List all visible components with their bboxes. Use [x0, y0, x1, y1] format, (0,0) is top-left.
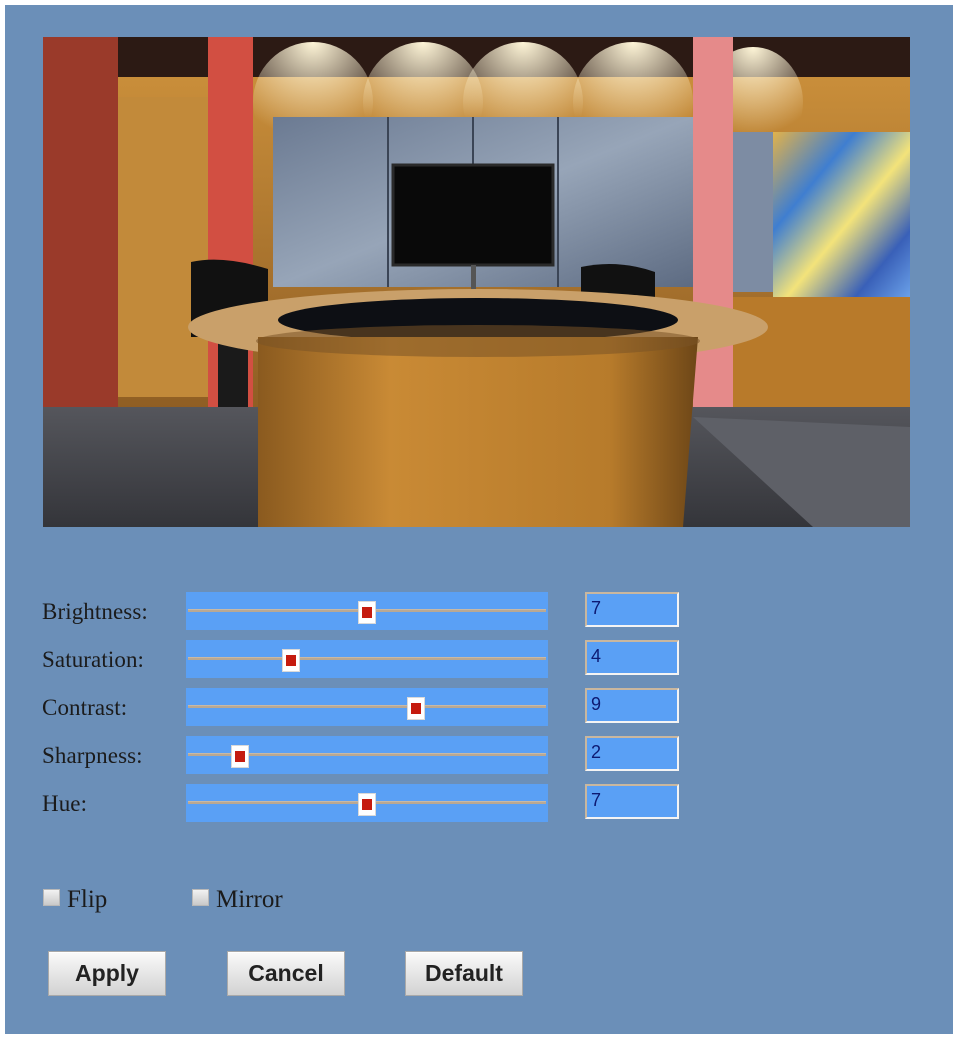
hue-slider-thumb[interactable]	[358, 793, 376, 816]
brightness-value-field[interactable]: 7	[585, 592, 679, 627]
flip-label: Flip	[67, 886, 108, 913]
sharpness-row: Sharpness: 2	[5, 736, 953, 776]
brightness-slider-thumb[interactable]	[358, 601, 376, 624]
sharpness-value-field[interactable]: 2	[585, 736, 679, 771]
contrast-slider-thumb[interactable]	[406, 697, 425, 720]
sharpness-slider-thumb[interactable]	[231, 745, 250, 768]
brightness-label: Brightness:	[42, 599, 148, 624]
mirror-label: Mirror	[216, 886, 283, 913]
contrast-row: Contrast: 9	[5, 688, 953, 728]
camera-preview-image	[43, 37, 910, 527]
image-settings-panel: Brightness: 7 Saturation: 4 Contrast: 9 …	[5, 5, 953, 1034]
hue-value-field[interactable]: 7	[585, 784, 679, 819]
hue-slider[interactable]	[186, 784, 548, 822]
contrast-value-field[interactable]: 9	[585, 688, 679, 723]
cancel-button[interactable]: Cancel	[227, 951, 345, 996]
saturation-slider-thumb[interactable]	[281, 649, 300, 672]
brightness-row: Brightness: 7	[5, 592, 953, 632]
apply-button[interactable]: Apply	[48, 951, 166, 996]
brightness-slider[interactable]	[186, 592, 548, 630]
sharpness-slider[interactable]	[186, 736, 548, 774]
hue-label: Hue:	[42, 791, 88, 816]
camera-preview	[43, 37, 910, 527]
contrast-slider[interactable]	[186, 688, 548, 726]
mirror-checkbox[interactable]	[192, 889, 209, 906]
saturation-label: Saturation:	[42, 647, 145, 672]
sharpness-label: Sharpness:	[42, 743, 143, 768]
saturation-slider[interactable]	[186, 640, 548, 678]
contrast-label: Contrast:	[42, 695, 128, 720]
saturation-value-field[interactable]: 4	[585, 640, 679, 675]
flip-checkbox[interactable]	[43, 889, 60, 906]
slider-groove	[188, 705, 546, 708]
default-button[interactable]: Default	[405, 951, 523, 996]
hue-row: Hue: 7	[5, 784, 953, 824]
saturation-row: Saturation: 4	[5, 640, 953, 680]
slider-groove	[188, 657, 546, 660]
